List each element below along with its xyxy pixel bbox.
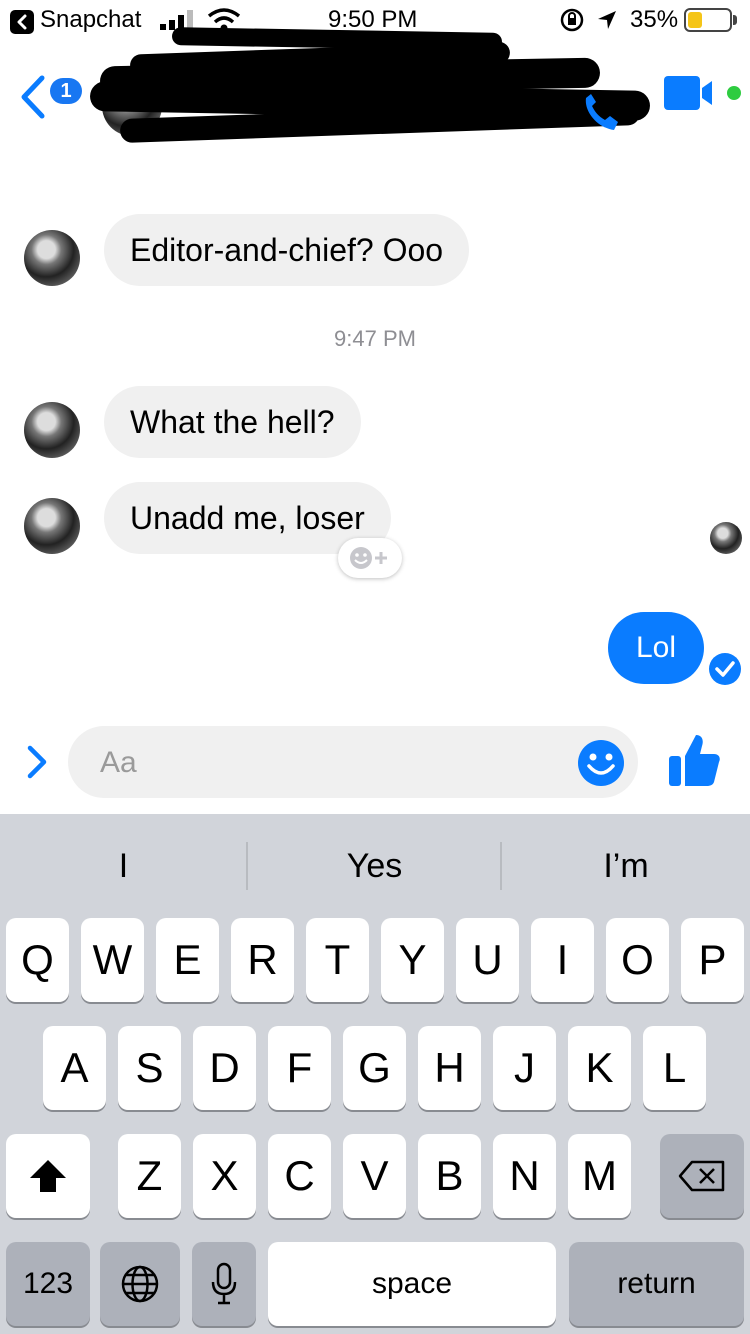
key-b[interactable]: B — [418, 1134, 481, 1218]
sender-avatar[interactable] — [24, 230, 80, 286]
sender-avatar[interactable] — [24, 402, 80, 458]
message-bubble-outgoing[interactable]: Lol — [608, 612, 704, 684]
location-icon — [598, 11, 616, 29]
message-input[interactable] — [98, 742, 562, 784]
key-t[interactable]: T — [306, 918, 369, 1002]
numbers-key[interactable]: 123 — [6, 1242, 90, 1326]
video-icon[interactable] — [664, 76, 720, 112]
shift-icon[interactable] — [6, 1134, 90, 1218]
presence-dot — [727, 86, 741, 100]
seen-avatar — [710, 522, 742, 554]
conversation-header: 1 — [0, 27, 750, 144]
key-h[interactable]: H — [418, 1026, 481, 1110]
key-q[interactable]: Q — [6, 918, 69, 1002]
chevron-right-icon[interactable] — [24, 744, 50, 780]
message-timestamp: 9:47 PM — [334, 326, 416, 351]
key-p[interactable]: P — [681, 918, 744, 1002]
microphone-icon[interactable] — [192, 1242, 256, 1326]
key-e[interactable]: E — [156, 918, 219, 1002]
key-k[interactable]: K — [568, 1026, 631, 1110]
read-check-icon — [709, 653, 741, 685]
message-bubble-incoming[interactable]: What the hell? — [104, 386, 361, 458]
battery-icon — [684, 8, 732, 32]
battery-nub — [733, 15, 737, 25]
key-f[interactable]: F — [268, 1026, 331, 1110]
key-c[interactable]: C — [268, 1134, 331, 1218]
space-key[interactable]: space — [268, 1242, 556, 1326]
suggestion-3[interactable]: I’m — [502, 830, 750, 902]
key-z[interactable]: Z — [118, 1134, 181, 1218]
emoji-add-icon[interactable] — [338, 538, 402, 578]
thumbs-up-icon[interactable] — [666, 732, 722, 788]
orientation-lock-icon — [560, 8, 584, 32]
delete-icon[interactable] — [660, 1134, 744, 1218]
suggestion-2[interactable]: Yes — [248, 830, 501, 902]
back-chevron-icon[interactable] — [18, 74, 48, 120]
key-m[interactable]: M — [568, 1134, 631, 1218]
key-n[interactable]: N — [493, 1134, 556, 1218]
unread-badge[interactable]: 1 — [50, 78, 82, 104]
key-w[interactable]: W — [81, 918, 144, 1002]
key-u[interactable]: U — [456, 918, 519, 1002]
key-v[interactable]: V — [343, 1134, 406, 1218]
globe-icon[interactable] — [100, 1242, 180, 1326]
message-composer — [68, 726, 638, 798]
key-r[interactable]: R — [231, 918, 294, 1002]
key-j[interactable]: J — [493, 1026, 556, 1110]
key-g[interactable]: G — [343, 1026, 406, 1110]
key-d[interactable]: D — [193, 1026, 256, 1110]
key-o[interactable]: O — [606, 918, 669, 1002]
battery-fill — [688, 12, 702, 28]
key-i[interactable]: I — [531, 918, 594, 1002]
phone-icon[interactable] — [578, 92, 622, 136]
suggestion-1[interactable]: I — [0, 830, 247, 902]
key-a[interactable]: A — [43, 1026, 106, 1110]
message-bubble-incoming[interactable]: Editor-and-chief? Ooo — [104, 214, 470, 286]
key-s[interactable]: S — [118, 1026, 181, 1110]
key-l[interactable]: L — [643, 1026, 706, 1110]
key-x[interactable]: X — [193, 1134, 256, 1218]
chevron-left-icon[interactable] — [10, 10, 34, 34]
sender-avatar[interactable] — [24, 498, 80, 554]
battery-percent: 35% — [630, 6, 679, 33]
key-y[interactable]: Y — [381, 918, 444, 1002]
return-key[interactable]: return — [569, 1242, 744, 1326]
emoji-icon[interactable] — [576, 738, 626, 788]
back-app-label[interactable]: Snapchat — [40, 6, 141, 34]
